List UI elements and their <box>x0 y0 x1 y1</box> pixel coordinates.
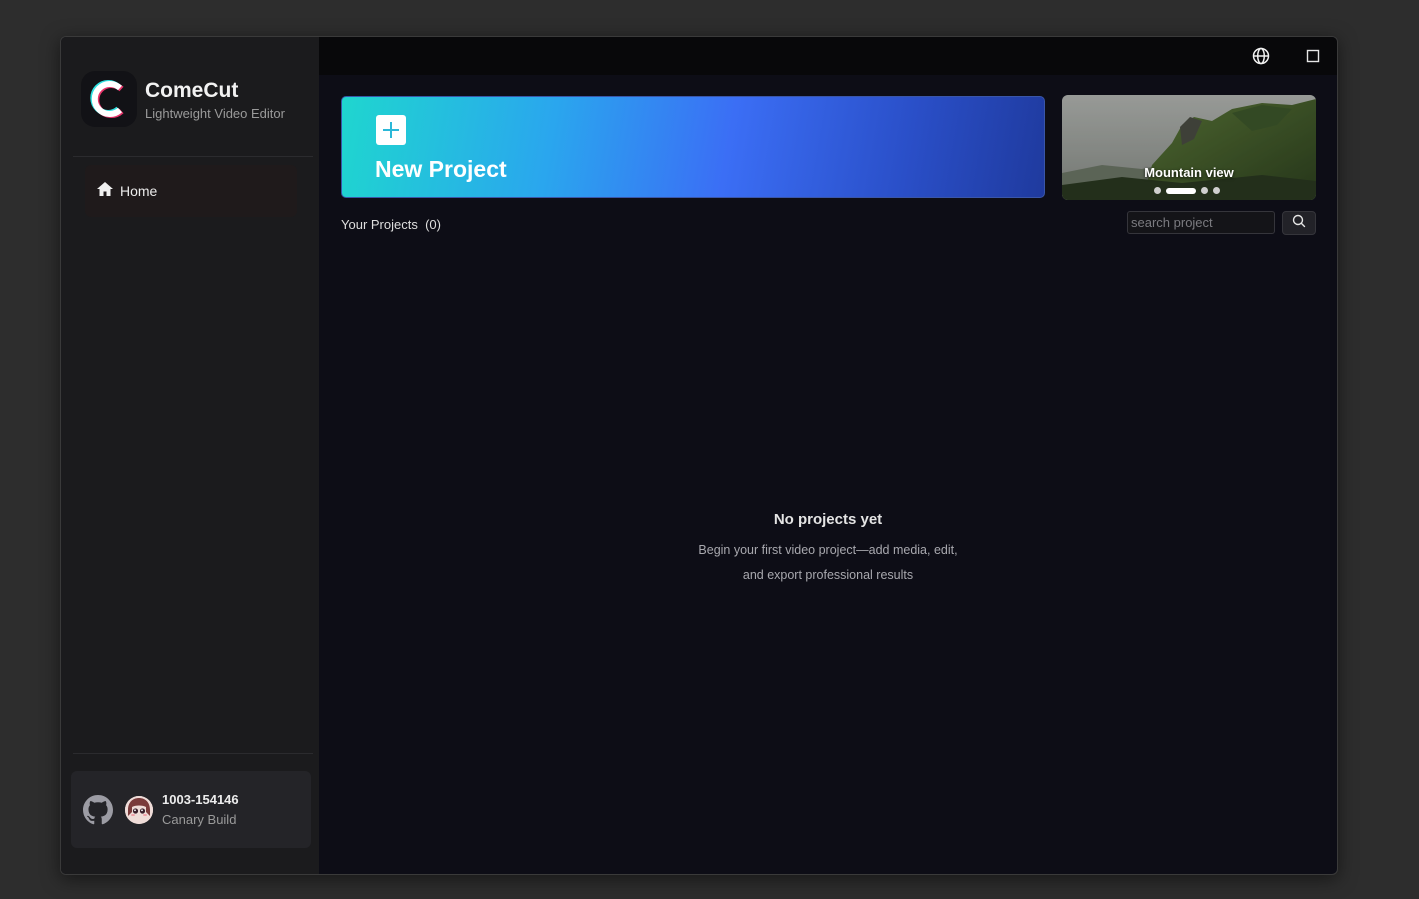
empty-state-title: No projects yet <box>773 511 883 528</box>
app-name: ComeCut <box>145 78 239 102</box>
carousel-indicators <box>1154 187 1225 194</box>
empty-state-line-2: and export professional results <box>742 568 914 582</box>
carousel-dot[interactable] <box>1213 187 1220 194</box>
github-icon[interactable] <box>83 794 113 825</box>
comecut-logo-icon <box>81 71 137 127</box>
globe-icon[interactable] <box>1251 46 1271 66</box>
build-id: 1003-154146 <box>162 792 239 807</box>
build-type: Canary Build <box>162 812 237 827</box>
mountain-image <box>1062 95 1316 200</box>
banner-carousel[interactable]: Mountain view <box>1062 95 1316 200</box>
search-input[interactable] <box>1127 211 1275 234</box>
carousel-title: Mountain view <box>1144 165 1234 180</box>
build-info-card: 1003-154146 Canary Build <box>71 771 311 848</box>
projects-count: (0) <box>425 217 441 232</box>
plus-icon <box>376 115 406 145</box>
sidebar: ComeCut Lightweight Video Editor Home 10… <box>61 37 319 874</box>
search-button[interactable] <box>1282 211 1316 235</box>
projects-label: Your Projects <box>341 217 418 232</box>
carousel-dot[interactable] <box>1154 187 1161 194</box>
carousel-dot-active[interactable] <box>1166 187 1196 194</box>
search-icon <box>1292 214 1306 233</box>
title-bar <box>319 37 1337 75</box>
app-subtitle: Lightweight Video Editor <box>145 105 285 121</box>
new-project-label: New Project <box>375 156 507 182</box>
app-window: ComeCut Lightweight Video Editor Home 10… <box>60 36 1338 875</box>
maximize-icon[interactable] <box>1303 46 1323 66</box>
sidebar-item-label: Home <box>120 183 158 199</box>
main-content: New Project Mountain view Your Projects … <box>319 37 1337 874</box>
brand: ComeCut Lightweight Video Editor <box>81 71 285 127</box>
avatar[interactable] <box>125 795 153 824</box>
empty-state: No projects yet Begin your first video p… <box>319 511 1337 588</box>
new-project-button[interactable]: New Project <box>341 96 1045 198</box>
empty-state-description: Begin your first video project—add media… <box>319 538 1337 588</box>
projects-header: Your Projects (0) <box>341 217 441 232</box>
carousel-dot[interactable] <box>1201 187 1208 194</box>
empty-state-line-1: Begin your first video project—add media… <box>698 543 958 557</box>
sidebar-divider <box>73 753 313 754</box>
sidebar-divider <box>73 156 313 157</box>
sidebar-item-home[interactable]: Home <box>85 165 297 217</box>
home-icon <box>96 181 114 202</box>
